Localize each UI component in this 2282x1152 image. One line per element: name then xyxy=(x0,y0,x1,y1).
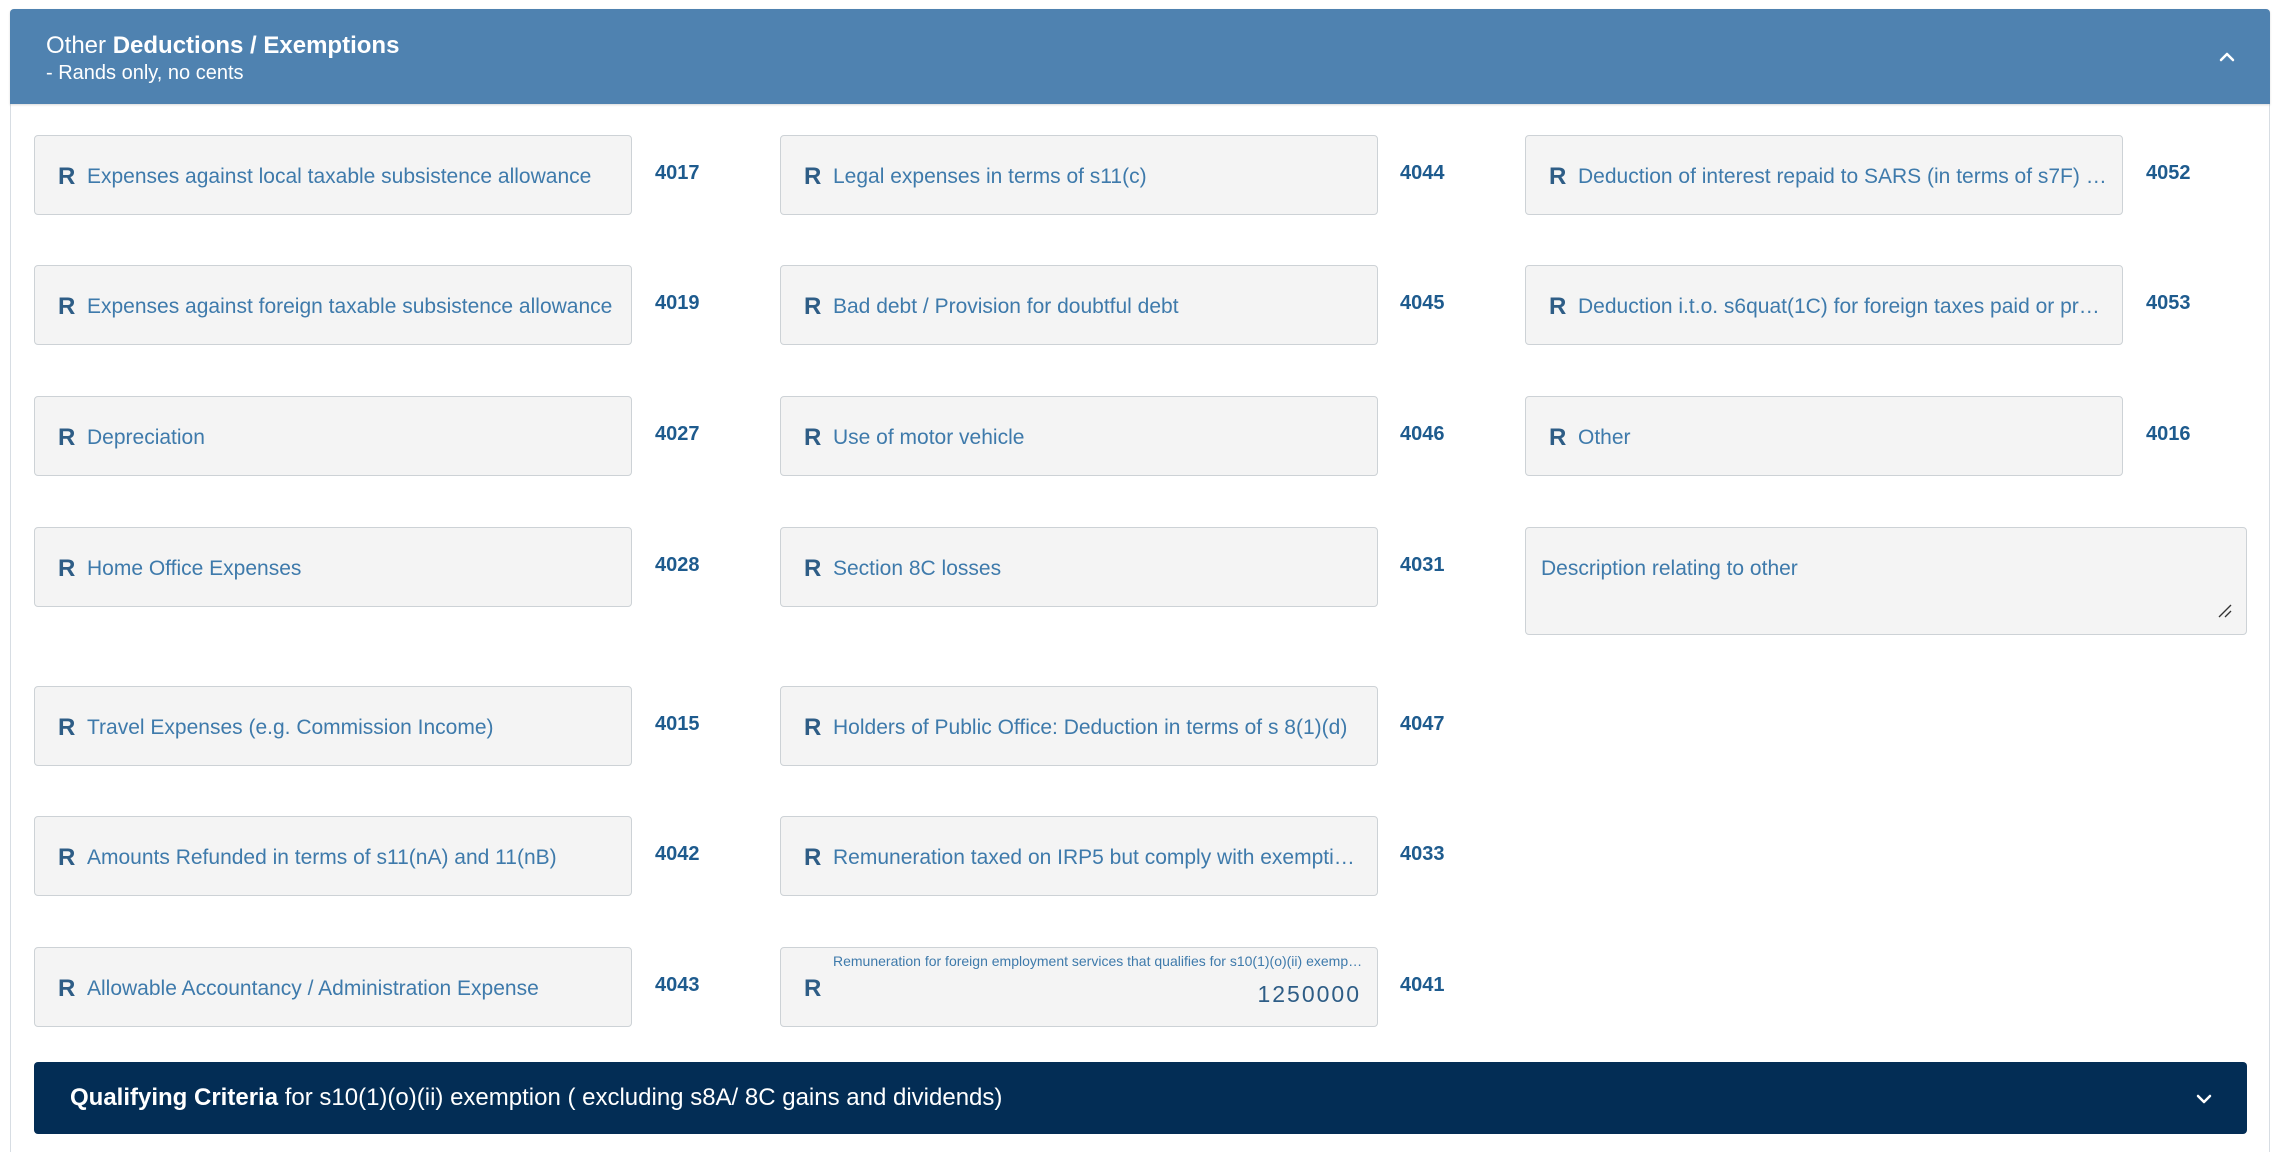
field-placeholder: Section 8C losses xyxy=(833,557,1002,580)
currency-symbol: R xyxy=(58,714,76,741)
currency-symbol: R xyxy=(804,975,822,1002)
chevron-down-icon[interactable] xyxy=(2189,1084,2219,1114)
currency-symbol: R xyxy=(1549,293,1567,320)
field-placeholder: Deduction i.t.o. s6quat(1C) for foreign … xyxy=(1578,295,2108,318)
field-placeholder: Use of motor vehicle xyxy=(833,426,1025,449)
section-header[interactable]: Other Deductions / Exemptions - Rands on… xyxy=(10,9,2270,104)
amount-field-4043[interactable]: R Allowable Accountancy / Administration … xyxy=(34,947,632,1027)
amount-field-4053[interactable]: R Deduction i.t.o. s6quat(1C) for foreign… xyxy=(1525,265,2123,345)
source-code-4015: 4015 xyxy=(655,713,700,735)
qualifying-criteria-header[interactable]: Qualifying Criteria for s10(1)(o)(ii) ex… xyxy=(34,1062,2247,1134)
field-placeholder: Legal expenses in terms of s11(c) xyxy=(833,165,1147,188)
section-title: Other Deductions / Exemptions xyxy=(46,32,400,59)
criteria-title: Qualifying Criteria for s10(1)(o)(ii) ex… xyxy=(70,1084,1003,1111)
currency-symbol: R xyxy=(804,714,822,741)
description-placeholder: Description relating to other xyxy=(1541,557,1798,580)
source-code-4019: 4019 xyxy=(655,292,700,314)
currency-symbol: R xyxy=(804,844,822,871)
field-placeholder: Bad debt / Provision for doubtful debt xyxy=(833,295,1179,318)
resize-handle-icon[interactable] xyxy=(2216,602,2232,618)
currency-symbol: R xyxy=(804,424,822,451)
currency-symbol: R xyxy=(1549,163,1567,190)
currency-symbol: R xyxy=(58,293,76,320)
field-placeholder: Other xyxy=(1578,426,1631,449)
currency-symbol: R xyxy=(58,844,76,871)
source-code-4017: 4017 xyxy=(655,162,700,184)
field-placeholder: Depreciation xyxy=(87,426,205,449)
field-placeholder: Allowable Accountancy / Administration E… xyxy=(87,977,539,1000)
amount-field-4016[interactable]: R Other xyxy=(1525,396,2123,476)
source-code-4033: 4033 xyxy=(1400,843,1445,865)
source-code-4031: 4031 xyxy=(1400,554,1445,576)
source-code-4041: 4041 xyxy=(1400,974,1445,996)
field-value[interactable]: 1250000 xyxy=(1257,980,1361,1008)
source-code-4042: 4042 xyxy=(655,843,700,865)
source-code-4016: 4016 xyxy=(2146,423,2191,445)
field-placeholder: Deduction of interest repaid to SARS (in… xyxy=(1578,165,2108,188)
amount-field-4046[interactable]: R Use of motor vehicle xyxy=(780,396,1378,476)
field-placeholder: Home Office Expenses xyxy=(87,557,302,580)
amount-field-4047[interactable]: R Holders of Public Office: Deduction in … xyxy=(780,686,1378,766)
source-code-4052: 4052 xyxy=(2146,162,2191,184)
currency-symbol: R xyxy=(804,555,822,582)
source-code-4046: 4046 xyxy=(1400,423,1445,445)
currency-symbol: R xyxy=(804,293,822,320)
amount-field-4015[interactable]: R Travel Expenses (e.g. Commission Income… xyxy=(34,686,632,766)
source-code-4047: 4047 xyxy=(1400,713,1445,735)
source-code-4028: 4028 xyxy=(655,554,700,576)
currency-symbol: R xyxy=(58,975,76,1002)
currency-symbol: R xyxy=(58,555,76,582)
amount-field-4044[interactable]: R Legal expenses in terms of s11(c) xyxy=(780,135,1378,215)
field-placeholder: Amounts Refunded in terms of s11(nA) and… xyxy=(87,846,557,869)
amount-field-4031[interactable]: R Section 8C losses xyxy=(780,527,1378,607)
field-label: Remuneration for foreign employment serv… xyxy=(833,953,1363,969)
currency-symbol: R xyxy=(58,424,76,451)
amount-field-4019[interactable]: R Expenses against foreign taxable subsis… xyxy=(34,265,632,345)
amount-field-4041[interactable]: R Remuneration for foreign employment ser… xyxy=(780,947,1378,1027)
amount-field-4052[interactable]: R Deduction of interest repaid to SARS (i… xyxy=(1525,135,2123,215)
amount-field-4027[interactable]: R Depreciation xyxy=(34,396,632,476)
amount-field-4042[interactable]: R Amounts Refunded in terms of s11(nA) an… xyxy=(34,816,632,896)
field-placeholder: Expenses against local taxable subsisten… xyxy=(87,165,592,188)
source-code-4053: 4053 xyxy=(2146,292,2191,314)
section-subtitle: - Rands only, no cents xyxy=(46,62,244,84)
source-code-4027: 4027 xyxy=(655,423,700,445)
field-placeholder: Expenses against foreign taxable subsist… xyxy=(87,295,613,318)
amount-field-4028[interactable]: R Home Office Expenses xyxy=(34,527,632,607)
source-code-4043: 4043 xyxy=(655,974,700,996)
chevron-up-icon[interactable] xyxy=(2212,41,2242,71)
source-code-4045: 4045 xyxy=(1400,292,1445,314)
currency-symbol: R xyxy=(1549,424,1567,451)
currency-symbol: R xyxy=(58,163,76,190)
amount-field-4045[interactable]: R Bad debt / Provision for doubtful debt xyxy=(780,265,1378,345)
source-code-4044: 4044 xyxy=(1400,162,1445,184)
amount-field-4017[interactable]: R Expenses against local taxable subsiste… xyxy=(34,135,632,215)
description-other-textarea[interactable]: Description relating to other xyxy=(1525,527,2247,635)
field-placeholder: Holders of Public Office: Deduction in t… xyxy=(833,716,1348,739)
field-placeholder: Travel Expenses (e.g. Commission Income) xyxy=(87,716,494,739)
currency-symbol: R xyxy=(804,163,822,190)
field-placeholder: Remuneration taxed on IRP5 but comply wi… xyxy=(833,846,1363,869)
amount-field-4033[interactable]: R Remuneration taxed on IRP5 but comply w… xyxy=(780,816,1378,896)
